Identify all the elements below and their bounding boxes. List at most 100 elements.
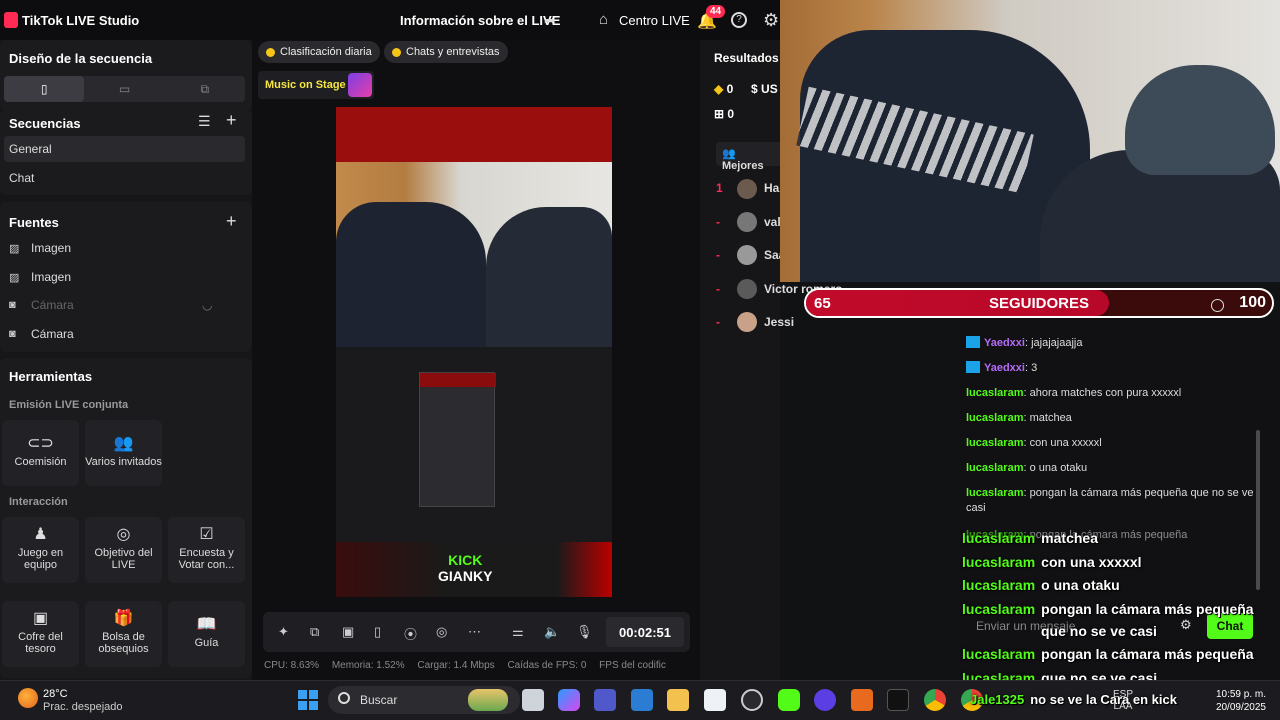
coemision-button[interactable]: ⊂⊃ Coemisión [2, 420, 79, 486]
avatar[interactable] [737, 212, 757, 232]
keyboard-language[interactable]: ESP LAA [1113, 689, 1133, 713]
app-icon[interactable] [814, 689, 836, 711]
daily-ranking-pill[interactable]: Clasificación diaria [258, 41, 380, 63]
interaction-label: Interacción [9, 496, 68, 508]
target-icon: ◎ [116, 526, 131, 543]
source-image-1[interactable]: ▨ Imagen [4, 235, 245, 261]
tools-title: Herramientas [9, 369, 93, 384]
chats-interviews-pill[interactable]: Chats y entrevistas [384, 41, 508, 63]
weather-condition[interactable]: Prac. despejado [43, 701, 123, 713]
capture-icon[interactable]: ▣ [342, 624, 354, 640]
volume-icon[interactable]: 🔈 [544, 624, 560, 640]
more-icon[interactable]: ⋯ [468, 624, 481, 640]
settings-gear-icon[interactable]: ⚙ [763, 10, 779, 31]
gifts-count: ⊞ 0 [714, 107, 735, 121]
record-icon[interactable]: ⦿ [404, 624, 417, 643]
windows-start-icon[interactable] [298, 690, 318, 710]
kick-logo-text: KICK GIANKY [438, 552, 493, 584]
viewer-name[interactable]: val [764, 215, 781, 229]
viewer-name[interactable]: Jessi [764, 315, 794, 329]
xampp-icon[interactable] [851, 689, 873, 711]
people-icon: 👥 [722, 148, 736, 160]
hidden-eye-icon[interactable]: ◡ [202, 298, 212, 312]
share-icon[interactable]: ➦ [544, 12, 556, 29]
help-icon[interactable]: ? [731, 12, 747, 28]
chat-message: lucaslaram: pongan la cámara más pequeña… [966, 487, 1254, 514]
landscape-layout-icon[interactable]: ▭ [84, 76, 164, 102]
effects-icon[interactable]: ◎ [436, 624, 447, 640]
avatar[interactable] [737, 312, 757, 332]
taskbar-clock[interactable]: 10:59 p. m. 20/09/2025 [1208, 688, 1266, 714]
kick-app-icon[interactable] [778, 689, 800, 711]
list-icon[interactable]: ☰ [198, 113, 211, 130]
avatar[interactable] [737, 279, 757, 299]
coin-icon [266, 47, 275, 57]
overlay-chat-line: lucaslaram pongan la cámara más pequeña [962, 646, 1254, 662]
link-icon: ⊂⊃ [27, 435, 54, 452]
source-camera[interactable]: ◙ Cámara [4, 321, 245, 347]
source-camera-hidden[interactable]: ◙ Cámara ◡ [4, 292, 245, 318]
top-viewers-tab[interactable]: 👥 Mejores [716, 142, 780, 172]
performance-stats: CPU: 8.63% Memoria: 1.52% Cargar: 1.4 Mb… [264, 660, 666, 671]
teams-icon[interactable] [594, 689, 616, 711]
rank-number: - [716, 248, 720, 262]
cap [1125, 65, 1275, 175]
adjust-icon[interactable]: ⚌ [512, 624, 524, 640]
home-icon[interactable]: ⌂ [599, 11, 608, 28]
screen-share-icon[interactable]: ⧉ [310, 624, 319, 640]
chrome-icon[interactable] [924, 689, 946, 711]
obs-icon[interactable] [741, 689, 763, 711]
chat-scrollbar[interactable] [1256, 430, 1260, 590]
usd-label: $ US [751, 82, 778, 96]
chat-settings-icon[interactable]: ⚙ [1180, 617, 1192, 633]
centro-live-link[interactable]: Centro LIVE [619, 13, 690, 28]
phone-icon[interactable]: ▯ [374, 624, 381, 640]
search-highlight-icon[interactable] [468, 689, 508, 711]
music-on-stage-button[interactable]: Music on Stage [258, 71, 374, 99]
vscode-icon[interactable] [631, 689, 653, 711]
chat-bubble-icon [392, 47, 401, 57]
team-game-button[interactable]: ♟ Juego en equipo [2, 517, 79, 583]
varios-invitados-button[interactable]: 👥 Varios invitados [85, 420, 162, 486]
add-sequence-icon[interactable]: + [226, 110, 237, 131]
diamond-icon: ◆ [714, 82, 724, 96]
live-info-link[interactable]: Información sobre el LIVE [400, 13, 560, 28]
chat-message: Yaedxxi: 3 [966, 361, 1256, 376]
temperature[interactable]: 28°C [43, 688, 68, 700]
person-left [336, 202, 486, 347]
chat-message: lucaslaram: o una otaku [966, 462, 1088, 474]
tiktok-studio-icon[interactable] [887, 689, 909, 711]
file-explorer-icon[interactable] [667, 689, 689, 711]
poll-button[interactable]: ☑ Encuesta y Votar con... [168, 517, 245, 583]
source-image-2[interactable]: ▨ Imagen [4, 264, 245, 290]
store-icon[interactable] [704, 689, 726, 711]
gift-icon: ⊞ [714, 107, 725, 121]
gift-bag-button[interactable]: 🎁 Bolsa de obsequios [85, 601, 162, 667]
team-icon: ♟ [33, 526, 48, 543]
sequence-general[interactable]: General [4, 136, 245, 162]
image-icon: ▨ [9, 271, 20, 284]
add-source-icon[interactable]: + [226, 211, 237, 232]
magic-wand-icon[interactable]: ✦ [278, 624, 289, 640]
treasure-chest-button[interactable]: ▣ Cofre del tesoro [2, 601, 79, 667]
copilot-icon[interactable] [558, 689, 580, 711]
portrait-layout-icon[interactable]: ▯ [4, 76, 85, 102]
task-view-icon[interactable] [522, 689, 544, 711]
multi-layout-icon[interactable]: ⧉ [165, 76, 245, 102]
guide-button[interactable]: 📖 Guía [168, 601, 245, 667]
rank-number: - [716, 282, 720, 296]
sequence-chat[interactable]: Chat [4, 165, 245, 191]
stream-preview[interactable] [336, 107, 612, 597]
chat-message: lucaslaram: ahora matches con pura xxxxx… [966, 387, 1182, 399]
live-timer: 00:02:51 [606, 617, 684, 647]
weather-icon[interactable] [18, 688, 38, 708]
preview-screen-capture [336, 347, 612, 542]
avatar[interactable] [737, 245, 757, 265]
notification-badge: 44 [706, 5, 726, 18]
camera-icon: ◙ [9, 328, 16, 340]
microphone-icon[interactable]: 🎙 [576, 624, 593, 640]
poll-icon: ☑ [199, 526, 214, 543]
live-goal-button[interactable]: ◎ Objetivo del LIVE [85, 517, 162, 583]
search-icon [338, 692, 350, 704]
avatar[interactable] [737, 179, 757, 199]
